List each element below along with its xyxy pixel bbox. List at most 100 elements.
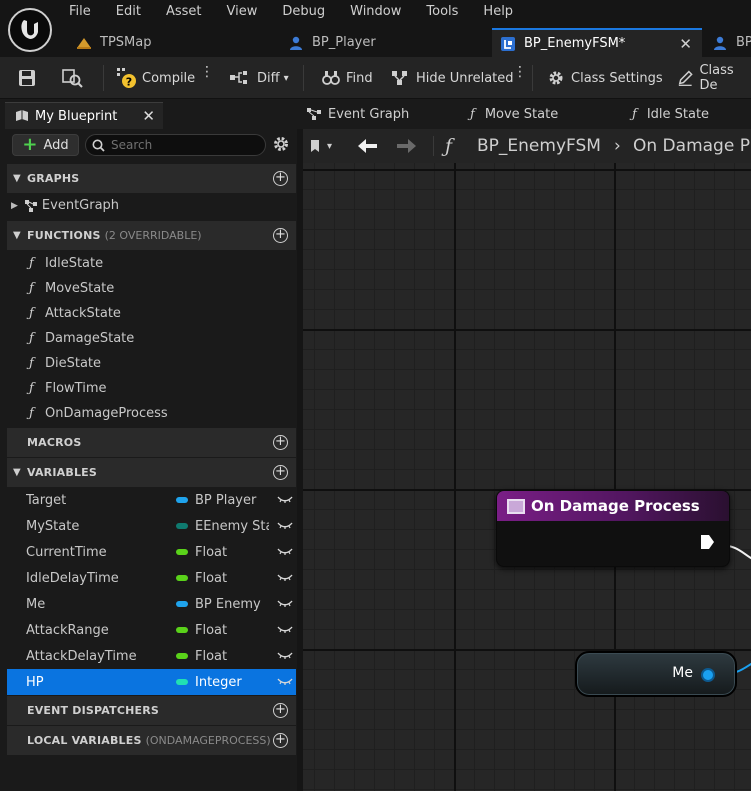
function-item[interactable]: ƒ DieState [7, 351, 296, 376]
level-icon [77, 37, 91, 49]
function-icon: ƒ [29, 281, 34, 296]
variable-item[interactable]: Me BP Enemy [7, 591, 296, 617]
variable-type[interactable]: Float [195, 623, 269, 638]
variable-type[interactable]: Float [195, 545, 269, 560]
plus-icon: + [22, 134, 38, 155]
variable-type[interactable]: EEnemy State [195, 519, 269, 534]
visibility-eye-closed-icon[interactable] [277, 598, 293, 608]
add-local-variable-button[interactable]: + [273, 733, 288, 748]
visibility-eye-closed-icon[interactable] [277, 520, 293, 530]
visibility-eye-closed-icon[interactable] [277, 572, 293, 582]
variable-item[interactable]: HP Integer [7, 669, 296, 695]
variable-type[interactable]: Integer [195, 675, 269, 690]
section-local-variables[interactable]: LOCAL VARIABLES (ONDAMAGEPROCESS) + [7, 726, 296, 755]
variable-item[interactable]: IdleDelayTime Float [7, 565, 296, 591]
graph-item-eventgraph[interactable]: ▶ EventGraph [7, 193, 296, 218]
menu-help[interactable]: Help [483, 4, 513, 19]
function-item[interactable]: ƒ FlowTime [7, 376, 296, 401]
variable-type[interactable]: Float [195, 649, 269, 664]
visibility-eye-closed-icon[interactable] [277, 650, 293, 660]
add-variable-button[interactable]: + [273, 465, 288, 480]
tab-tpsmap[interactable]: TPSMap [76, 28, 151, 57]
variable-item[interactable]: CurrentTime Float [7, 539, 296, 565]
variable-type[interactable]: BP Player [195, 493, 269, 508]
function-icon: ƒ [470, 106, 475, 122]
function-item[interactable]: ƒ IdleState [7, 251, 296, 276]
unreal-logo-icon[interactable] [8, 8, 52, 52]
compile-options-icon[interactable]: ⋮ [200, 65, 214, 79]
visibility-eye-closed-icon[interactable] [277, 624, 293, 634]
panel-title: My Blueprint [35, 108, 118, 124]
variable-get-node-me[interactable]: Me [575, 651, 737, 697]
menu-debug[interactable]: Debug [282, 4, 325, 19]
forward-button[interactable] [395, 129, 417, 163]
tab-idle-state[interactable]: ƒ Idle State [632, 99, 709, 129]
panel-settings-button[interactable] [272, 135, 290, 157]
function-item[interactable]: ƒ DamageState [7, 326, 296, 351]
diff-button[interactable]: Diff ▾ [229, 57, 289, 99]
blueprint-book-icon [16, 110, 28, 121]
section-graphs[interactable]: ▼ GRAPHS + [7, 164, 296, 193]
bookmark-button[interactable]: ▾ [309, 129, 332, 163]
main-menu: File Edit Asset View Debug Window Tools Help [69, 4, 538, 19]
menu-asset[interactable]: Asset [166, 4, 202, 19]
tab-bp-enemyfsm[interactable]: BP_EnemyFSM* ✕ [492, 28, 702, 57]
variable-name: MyState [26, 518, 80, 534]
exec-output-pin-icon[interactable] [699, 534, 715, 550]
event-graph-icon [307, 108, 321, 120]
find-button[interactable]: Find [322, 57, 373, 99]
function-item[interactable]: ƒ MoveState [7, 276, 296, 301]
section-event-dispatchers[interactable]: EVENT DISPATCHERS + [7, 696, 296, 725]
add-graph-button[interactable]: + [273, 171, 288, 186]
function-item[interactable]: ƒ AttackState [7, 301, 296, 326]
variable-item[interactable]: Target BP Player [7, 487, 296, 513]
menu-tools[interactable]: Tools [426, 4, 458, 19]
back-button[interactable] [357, 129, 379, 163]
variable-item[interactable]: MyState EEnemy State [7, 513, 296, 539]
breadcrumb-blueprint[interactable]: BP_EnemyFSM [477, 129, 601, 163]
add-dispatcher-button[interactable]: + [273, 703, 288, 718]
breadcrumb-function[interactable]: On Damage P [633, 129, 750, 163]
visibility-eye-closed-icon[interactable] [277, 494, 293, 504]
hide-unrelated-button[interactable]: Hide Unrelated [390, 57, 514, 99]
visibility-eye-closed-icon[interactable] [277, 546, 293, 556]
menu-edit[interactable]: Edit [116, 4, 141, 19]
tab-bp-player[interactable]: BP_Player [288, 28, 376, 57]
variable-type[interactable]: BP Enemy [195, 597, 269, 612]
function-icon: ƒ [445, 135, 453, 157]
graph-tab-label: Idle State [646, 106, 710, 122]
add-macro-button[interactable]: + [273, 435, 288, 450]
tab-bp[interactable]: BP [712, 28, 751, 57]
function-entry-node[interactable]: On Damage Process [496, 490, 730, 567]
browse-button[interactable] [62, 57, 90, 99]
class-defaults-button[interactable]: Class De [677, 57, 751, 99]
menu-view[interactable]: View [227, 4, 258, 19]
close-icon[interactable]: ✕ [142, 107, 155, 125]
class-settings-button[interactable]: Class Settings [547, 57, 663, 99]
compile-button[interactable]: ? Compile [116, 57, 195, 99]
tab-move-state[interactable]: ƒ Move State [470, 99, 558, 129]
variable-type[interactable]: Float [195, 571, 269, 586]
close-tab-icon[interactable]: ✕ [679, 35, 692, 53]
section-macros[interactable]: MACROS + [7, 428, 296, 457]
variable-item[interactable]: AttackDelayTime Float [7, 643, 296, 669]
visibility-eye-closed-icon[interactable] [277, 676, 293, 686]
section-functions[interactable]: ▼ FUNCTIONS (2 OVERRIDABLE) + [7, 221, 296, 250]
variable-type-pill-icon [176, 627, 188, 633]
section-variables[interactable]: ▼ VARIABLES + [7, 458, 296, 487]
menu-file[interactable]: File [69, 4, 91, 19]
my-blueprint-tab[interactable]: My Blueprint ✕ [5, 102, 163, 129]
hide-options-icon[interactable]: ⋮ [513, 65, 527, 79]
search-input[interactable] [111, 138, 261, 152]
function-item[interactable]: ƒ OnDamageProcess [7, 401, 296, 426]
add-button[interactable]: + Add [12, 134, 79, 156]
function-label: DamageState [45, 331, 135, 346]
save-button[interactable] [18, 57, 42, 99]
graph-canvas[interactable]: On Damage Process Me [303, 163, 751, 791]
tab-event-graph[interactable]: Event Graph [306, 99, 409, 129]
variable-item[interactable]: AttackRange Float [7, 617, 296, 643]
object-output-pin-icon[interactable] [701, 668, 715, 682]
diff-label: Diff [257, 70, 280, 86]
add-function-button[interactable]: + [273, 228, 288, 243]
menu-window[interactable]: Window [350, 4, 401, 19]
